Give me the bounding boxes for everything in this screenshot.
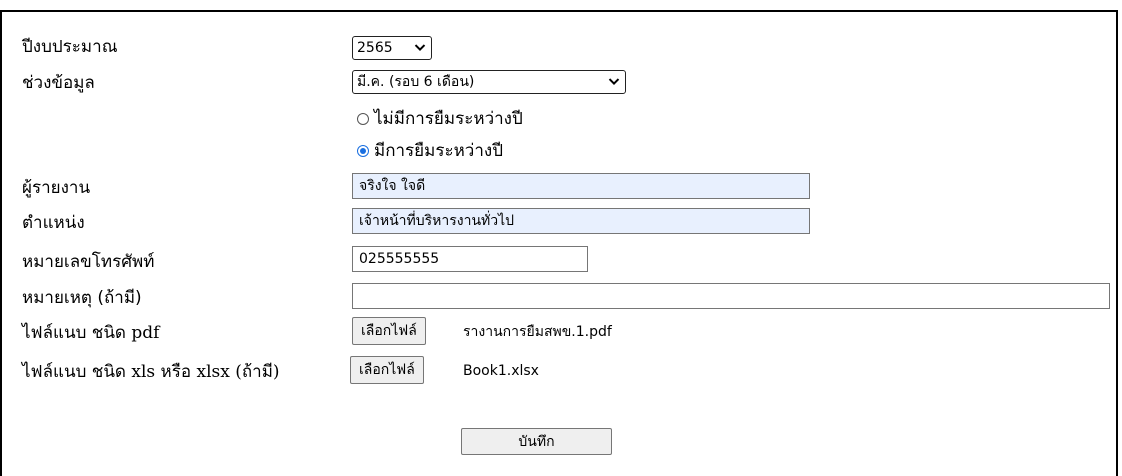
position-input[interactable]: เจ้าหน้าที่บริหารงานทั่วไป: [352, 208, 810, 234]
fiscal-year-label: ปีงบประมาณ: [22, 37, 118, 57]
radio-button[interactable]: [357, 145, 369, 157]
radio-no-borrow[interactable]: ไม่มีการยืมระหว่างปี: [357, 108, 523, 130]
radio-no-borrow-label: ไม่มีการยืมระหว่างปี: [374, 109, 523, 129]
period-select[interactable]: มี.ค. (รอบ 6 เดือน): [352, 70, 626, 94]
chevron-down-icon: [414, 44, 426, 52]
pdf-choose-file-button[interactable]: เลือกไฟล์: [352, 317, 426, 345]
xls-label-prefix: ไฟล์แนบ ชนิด: [22, 362, 126, 382]
xls-choose-file-button[interactable]: เลือกไฟล์: [350, 356, 424, 384]
pdf-attachment-label: ไฟล์แนบ ชนิด pdf: [22, 322, 159, 344]
reporter-label: ผู้รายงาน: [22, 178, 91, 198]
fiscal-year-value: 2565: [357, 40, 393, 56]
phone-input[interactable]: 025555555: [352, 246, 588, 272]
reporter-input[interactable]: จริงใจ ใจดี: [352, 173, 810, 199]
radio-has-borrow-label: มีการยืมระหว่างปี: [374, 141, 503, 161]
pdf-label-type: pdf: [131, 323, 160, 343]
xls-label-suffix: (ถ้ามี): [235, 362, 280, 382]
note-label: หมายเหตุ (ถ้ามี): [22, 288, 142, 308]
phone-label: หมายเลขโทรศัพท์: [22, 252, 155, 272]
position-label: ตำแหน่ง: [22, 213, 85, 233]
note-input[interactable]: [352, 283, 1110, 309]
chevron-down-icon: [608, 78, 620, 86]
xls-label-type: xls: [131, 362, 156, 382]
xls-filename: Book1.xlsx: [463, 363, 539, 379]
radio-button[interactable]: [357, 113, 369, 125]
period-value: มี.ค. (รอบ 6 เดือน): [357, 74, 475, 90]
radio-has-borrow[interactable]: มีการยืมระหว่างปี: [357, 140, 503, 162]
fiscal-year-select[interactable]: 2565: [352, 36, 432, 60]
save-button[interactable]: บันทึก: [461, 428, 612, 455]
xls-label-or: หรือ: [160, 362, 192, 382]
xls-label-type2: xlsx: [196, 362, 230, 382]
pdf-filename: รางานการยืมสพข.1.pdf: [463, 324, 612, 340]
period-label: ช่วงข้อมูล: [22, 73, 95, 93]
pdf-label-prefix: ไฟล์แนบ ชนิด: [22, 323, 126, 343]
xls-attachment-label: ไฟล์แนบ ชนิด xls หรือ xlsx (ถ้ามี): [22, 361, 280, 383]
